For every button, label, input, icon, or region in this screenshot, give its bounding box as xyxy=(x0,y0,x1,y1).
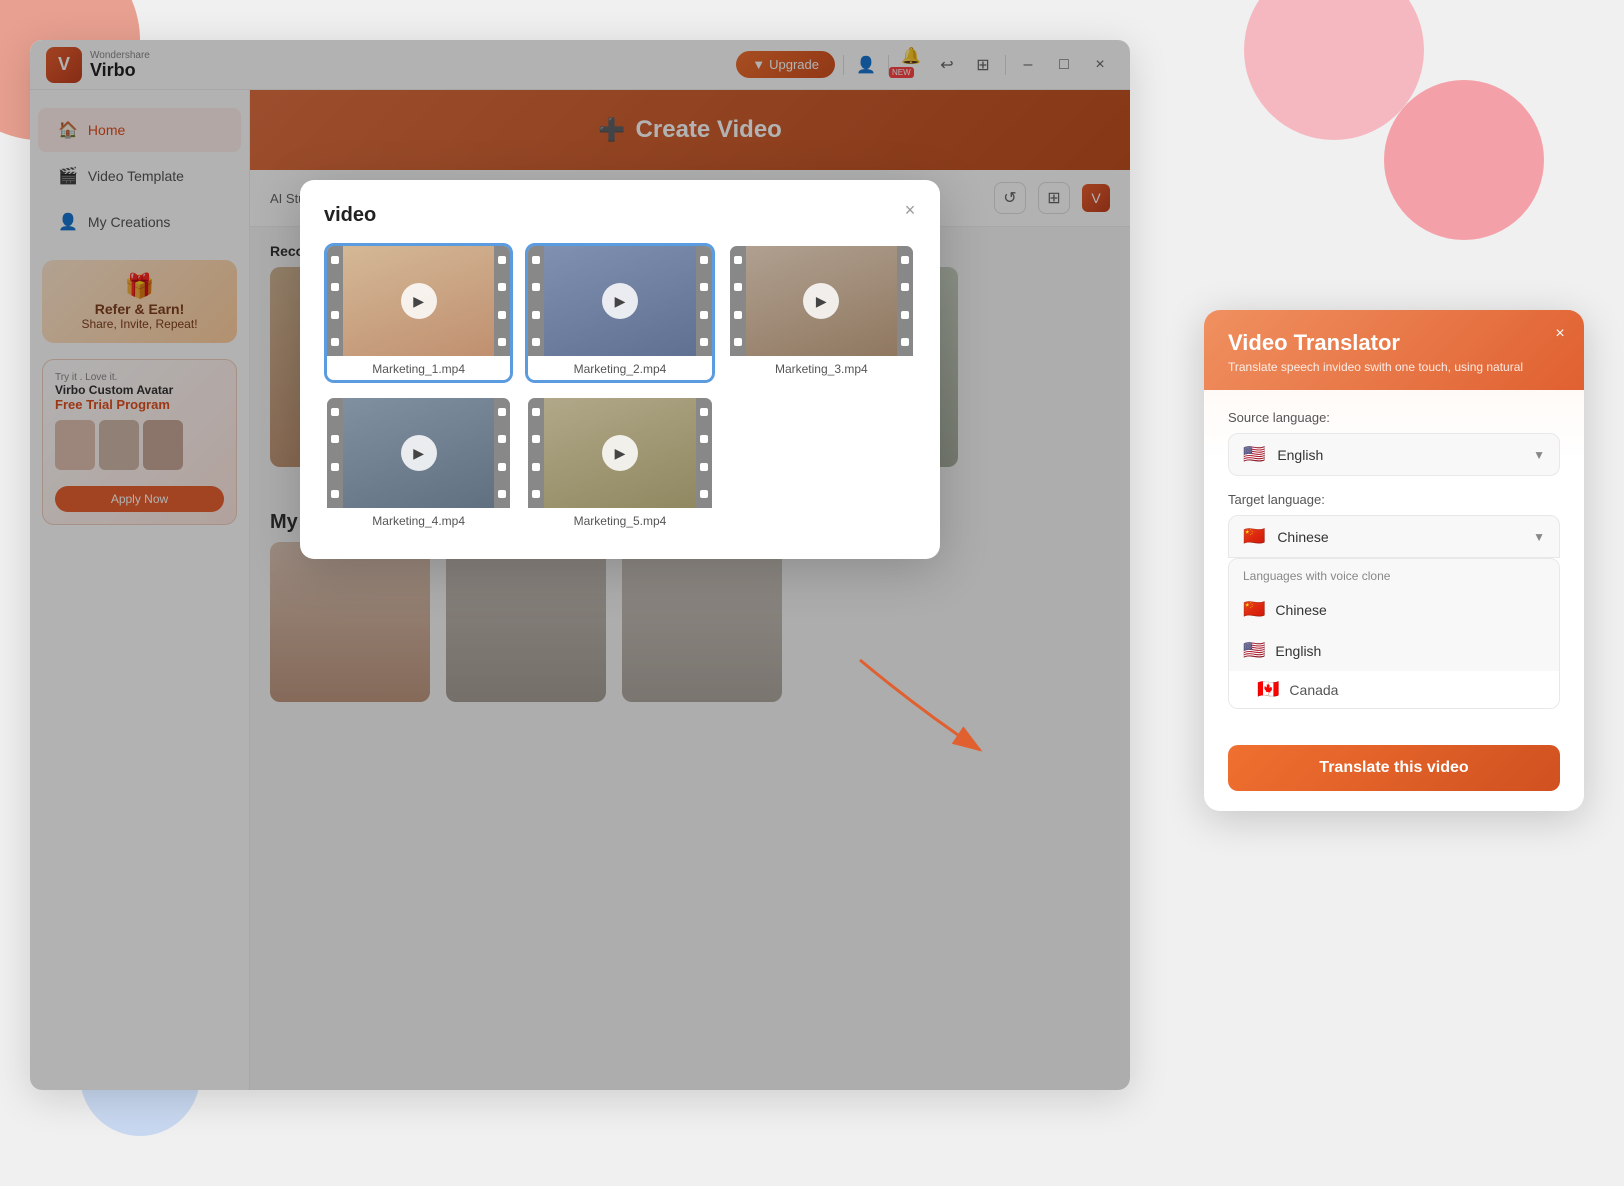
video-preview-2: ▶ xyxy=(544,246,695,356)
target-lang-name: Chinese xyxy=(1277,529,1328,545)
english-flag-icon: 🇺🇸 xyxy=(1243,640,1265,661)
play-icon-4: ▶ xyxy=(401,435,437,471)
translator-panel: × Video Translator Translate speech invi… xyxy=(1204,310,1584,811)
film-strip-right-2 xyxy=(696,246,712,356)
modal-overlay: video × ▶ xyxy=(30,40,1130,1090)
source-lang-display: 🇺🇸 English xyxy=(1243,444,1323,465)
play-icon-1: ▶ xyxy=(401,283,437,319)
video-preview-3: ▶ xyxy=(746,246,897,356)
chinese-lang-name: Chinese xyxy=(1275,602,1326,618)
play-icon-5: ▶ xyxy=(602,435,638,471)
target-lang-display: 🇨🇳 Chinese xyxy=(1243,526,1329,547)
video-thumb-4[interactable]: ▶ Marketing_4.mp4 xyxy=(324,395,513,535)
video-grid: ▶ Marketing_1.mp4 xyxy=(324,243,916,535)
source-lang-select[interactable]: 🇺🇸 English ▼ xyxy=(1228,433,1560,476)
film-strip-left-1 xyxy=(327,246,343,356)
dropdown-item-english[interactable]: 🇺🇸 English xyxy=(1229,630,1559,671)
video-name-4: Marketing_4.mp4 xyxy=(327,508,510,532)
film-strip-left-3 xyxy=(730,246,746,356)
dropdown-item-chinese[interactable]: 🇨🇳 Chinese xyxy=(1229,589,1559,630)
translator-close-button[interactable]: × xyxy=(1548,322,1572,346)
arrow-svg xyxy=(840,650,1000,770)
film-strip-right-1 xyxy=(494,246,510,356)
video-img-1: ▶ xyxy=(327,246,510,356)
video-modal: video × ▶ xyxy=(300,180,940,559)
english-lang-name: English xyxy=(1275,643,1321,659)
film-strip-left-5 xyxy=(528,398,544,508)
video-name-5: Marketing_5.mp4 xyxy=(528,508,711,532)
translator-subtitle: Translate speech invideo swith one touch… xyxy=(1228,360,1560,374)
dropdown-section-label: Languages with voice clone xyxy=(1229,559,1559,589)
video-preview-5: ▶ xyxy=(544,398,695,508)
play-icon-2: ▶ xyxy=(602,283,638,319)
source-chevron-icon: ▼ xyxy=(1533,448,1545,462)
modal-close-button[interactable]: × xyxy=(896,196,924,224)
source-flag: 🇺🇸 xyxy=(1243,444,1265,464)
video-thumb-1[interactable]: ▶ Marketing_1.mp4 xyxy=(324,243,513,383)
translator-title: Video Translator xyxy=(1228,330,1560,356)
film-strip-right-3 xyxy=(897,246,913,356)
video-name-3: Marketing_3.mp4 xyxy=(730,356,913,380)
target-chevron-icon: ▼ xyxy=(1533,530,1545,544)
video-img-4: ▶ xyxy=(327,398,510,508)
video-preview-1: ▶ xyxy=(343,246,494,356)
film-strip-left-4 xyxy=(327,398,343,508)
app-window: V Wondershare Virbo ▼ Upgrade 👤 🔔 NEW ↩ … xyxy=(30,40,1130,1090)
film-strip-right-5 xyxy=(696,398,712,508)
video-img-2: ▶ xyxy=(528,246,711,356)
video-name-1: Marketing_1.mp4 xyxy=(327,356,510,380)
target-lang-select[interactable]: 🇨🇳 Chinese ▼ xyxy=(1228,515,1560,558)
video-img-5: ▶ xyxy=(528,398,711,508)
video-thumb-5[interactable]: ▶ Marketing_5.mp4 xyxy=(525,395,714,535)
translator-header: × Video Translator Translate speech invi… xyxy=(1204,310,1584,390)
source-lang-label: Source language: xyxy=(1228,410,1560,425)
source-lang-name: English xyxy=(1277,447,1323,463)
dropdown-subitem-canada[interactable]: 🇨🇦 Canada xyxy=(1229,671,1559,708)
target-lang-dropdown: Languages with voice clone 🇨🇳 Chinese 🇺🇸… xyxy=(1228,558,1560,709)
chinese-flag-icon: 🇨🇳 xyxy=(1243,599,1265,620)
target-lang-label: Target language: xyxy=(1228,492,1560,507)
video-thumb-2[interactable]: ▶ Marketing_2.mp4 xyxy=(525,243,714,383)
film-strip-right-4 xyxy=(494,398,510,508)
canada-flag-icon: 🇨🇦 xyxy=(1257,679,1279,700)
video-preview-4: ▶ xyxy=(343,398,494,508)
modal-title: video xyxy=(324,204,916,227)
video-name-2: Marketing_2.mp4 xyxy=(528,356,711,380)
bg-decoration-circle-fr xyxy=(1384,80,1544,240)
film-strip-left-2 xyxy=(528,246,544,356)
arrow-decoration xyxy=(840,650,1000,775)
video-img-3: ▶ xyxy=(730,246,913,356)
play-icon-3: ▶ xyxy=(803,283,839,319)
translate-button[interactable]: Translate this video xyxy=(1228,745,1560,791)
video-thumb-3[interactable]: ▶ Marketing_3.mp4 xyxy=(727,243,916,383)
translator-body: Source language: 🇺🇸 English ▼ Target lan… xyxy=(1204,390,1584,811)
target-flag: 🇨🇳 xyxy=(1243,526,1265,546)
canada-lang-name: Canada xyxy=(1289,682,1338,698)
